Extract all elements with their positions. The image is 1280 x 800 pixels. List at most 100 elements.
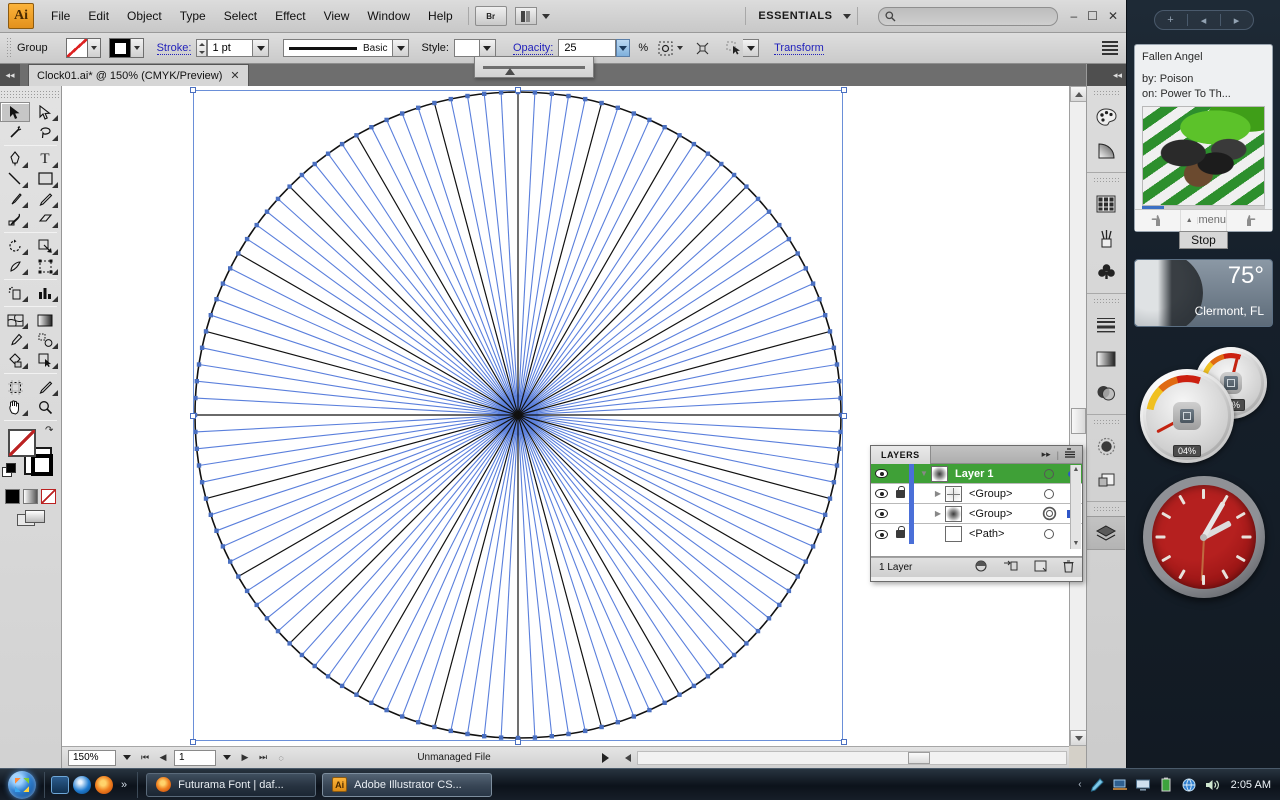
battery-icon[interactable] [1158, 777, 1174, 793]
thumbs-up-icon[interactable] [1227, 210, 1272, 231]
arrange-chevron-down-icon[interactable] [541, 13, 550, 19]
live-paint-selection-tool[interactable] [30, 350, 60, 370]
magic-wand-tool[interactable] [0, 122, 30, 142]
scale-tool[interactable] [30, 236, 60, 256]
fill-chevron-down-icon[interactable] [87, 38, 101, 58]
stroke-panel-icon[interactable] [1087, 308, 1125, 342]
workspace-chevron-down-icon[interactable] [843, 13, 852, 19]
menu-window[interactable]: Window [358, 5, 419, 27]
layer-row-2[interactable]: ▶ <Group> [871, 503, 1082, 524]
task-button-illustrator[interactable]: Ai Adobe Illustrator CS... [322, 772, 493, 797]
previous-gadget-button[interactable]: ◂ [1188, 14, 1220, 27]
next-artboard-button[interactable]: ▶ [238, 750, 252, 766]
layers-panel-icon[interactable] [1087, 516, 1125, 550]
disclosure-triangle-icon[interactable]: ▼ [917, 469, 931, 478]
default-fill-stroke-icon[interactable] [2, 463, 16, 477]
workspace-switcher[interactable]: ESSENTIALS [752, 10, 838, 22]
lasso-tool[interactable] [30, 122, 60, 142]
task-button-firefox[interactable]: Futurama Font | daf... [146, 772, 317, 797]
transform-link[interactable]: Transform [774, 42, 824, 55]
tools-panel-grip[interactable] [0, 90, 61, 99]
media-progress-bar[interactable] [1142, 206, 1265, 209]
opacity-slider-chevron-down-icon[interactable] [616, 39, 631, 57]
style-chevron-down-icon[interactable] [479, 39, 496, 57]
layers-panel-scrollbar[interactable]: ▲ ▼ [1070, 465, 1081, 549]
pencil-tool[interactable] [30, 189, 60, 209]
layer-row-1[interactable]: ▶ <Group> [871, 483, 1082, 504]
layers-panel-menu-icon[interactable] [1065, 448, 1077, 461]
symbol-sprayer-tool[interactable] [0, 283, 30, 303]
bbox-handle-bl[interactable] [190, 739, 196, 745]
artboard-chevron-down-icon[interactable] [220, 750, 234, 766]
scroll-up-icon[interactable] [1070, 86, 1087, 102]
minimize-button[interactable]: – [1070, 9, 1077, 23]
visibility-toggle-icon[interactable] [871, 509, 891, 518]
canvas-vertical-scrollbar[interactable] [1069, 86, 1087, 746]
display-icon[interactable] [1135, 777, 1151, 793]
menu-help[interactable]: Help [419, 5, 462, 27]
lock-toggle[interactable] [891, 485, 909, 498]
selection-tool[interactable] [0, 102, 30, 122]
stroke-weight-chevron-down-icon[interactable] [253, 39, 270, 57]
opacity-slider-popup[interactable] [474, 56, 594, 78]
menu-type[interactable]: Type [171, 5, 215, 27]
quick-launch-overflow-icon[interactable]: » [117, 779, 131, 791]
mesh-tool[interactable] [0, 310, 30, 330]
create-new-layer-button[interactable] [1034, 560, 1047, 575]
rotate-tool[interactable] [0, 236, 30, 256]
graphic-style-swatch[interactable] [453, 39, 480, 57]
scroll-down-icon[interactable] [1070, 730, 1087, 746]
bbox-handle-br[interactable] [841, 739, 847, 745]
blob-brush-tool[interactable] [0, 209, 30, 229]
network-icon[interactable] [1181, 777, 1197, 793]
layer-name[interactable]: Layer 1 [953, 468, 1038, 480]
close-button[interactable]: ✕ [1108, 9, 1118, 23]
restore-button[interactable]: ☐ [1087, 9, 1098, 23]
arrange-documents-icon[interactable] [514, 7, 537, 25]
target-indicator[interactable] [1038, 510, 1060, 517]
visibility-toggle-icon[interactable] [871, 469, 891, 478]
add-gadget-button[interactable]: + [1155, 14, 1187, 26]
next-gadget-button[interactable]: ▸ [1221, 14, 1253, 27]
close-icon[interactable]: ✕ [230, 69, 239, 82]
eraser-tool[interactable] [30, 209, 60, 229]
menu-select[interactable]: Select [215, 5, 266, 27]
tray-expand-icon[interactable]: ‹ [1078, 779, 1081, 790]
control-bar-panel-menu-icon[interactable] [1102, 41, 1118, 55]
show-desktop-icon[interactable] [51, 775, 69, 794]
live-paint-bucket-tool[interactable] [0, 350, 30, 370]
expand-dock-icon[interactable]: ◂◂ [1087, 64, 1126, 86]
isolate-chevron-down-icon[interactable] [677, 46, 684, 50]
media-gadget[interactable]: Fallen Angel by: Poison on: Power To Th.… [1134, 44, 1273, 249]
disclosure-triangle-icon[interactable]: ▶ [931, 509, 945, 518]
layers-list[interactable]: ▼ Layer 1 ▶ <Group> ▶ <Group> <Path> [871, 463, 1082, 557]
slice-tool[interactable] [30, 377, 60, 397]
layer-name[interactable]: <Group> [967, 488, 1038, 500]
visibility-toggle-icon[interactable] [871, 489, 891, 498]
network-pen-icon[interactable] [1089, 777, 1105, 793]
bbox-handle-ml[interactable] [190, 413, 196, 419]
artboard-tool[interactable] [0, 377, 30, 397]
bbox-handle-mr[interactable] [841, 413, 847, 419]
vertical-scroll-thumb[interactable] [1071, 408, 1086, 434]
memory-gauge[interactable]: 04% [1140, 369, 1234, 463]
horizontal-scroll-thumb[interactable] [907, 751, 930, 764]
layer-row-0[interactable]: ▼ Layer 1 [871, 463, 1082, 484]
blend-tool[interactable] [30, 330, 60, 350]
stroke-color-swatch[interactable] [108, 38, 131, 58]
zoom-chevron-down-icon[interactable] [120, 750, 134, 766]
layer-row-3[interactable]: <Path> [871, 524, 1082, 544]
horizontal-scroll-left-icon[interactable] [625, 753, 631, 762]
layers-collapse-icon[interactable]: ▸▸ [1042, 449, 1051, 460]
brushes-panel-icon[interactable] [1087, 221, 1125, 255]
appearance-panel-icon[interactable] [1087, 429, 1125, 463]
select-similar-icon[interactable] [724, 39, 743, 58]
opacity-slider-thumb[interactable] [505, 67, 516, 75]
layers-panel-tab[interactable]: LAYERS [871, 445, 931, 464]
change-screen-mode-button[interactable] [0, 510, 61, 526]
gradient-tool[interactable] [30, 310, 60, 330]
select-similar-chevron-down-icon[interactable] [743, 39, 760, 57]
warp-tool[interactable] [0, 256, 30, 276]
clock-gadget[interactable] [1134, 472, 1273, 602]
swatches-panel-icon[interactable] [1087, 187, 1125, 221]
